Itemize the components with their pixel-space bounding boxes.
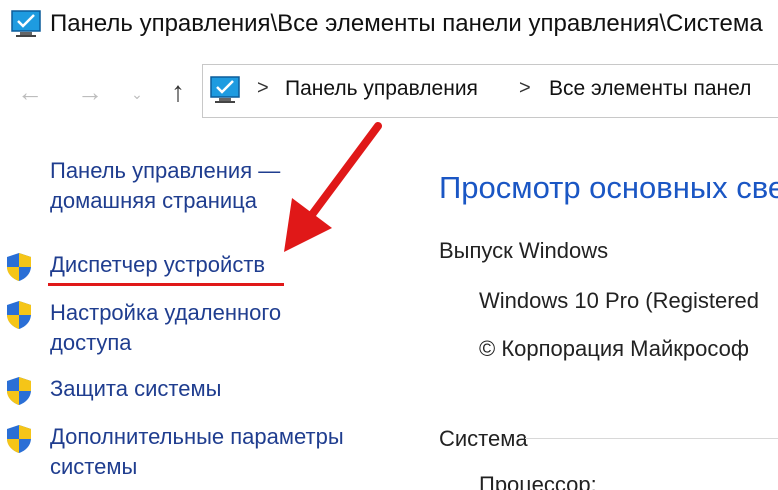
windows-edition-section-label: Выпуск Windows	[439, 238, 609, 263]
page-heading: Просмотр основных све	[439, 170, 778, 205]
sidebar-item-label: Защита системы	[50, 376, 222, 401]
sidebar-item-label: Диспетчер устройств	[50, 252, 266, 277]
breadcrumb-separator[interactable]: >	[257, 77, 269, 100]
navigation-bar: ← → ⌄ ↑ > Панель управления > Все элемен…	[0, 60, 778, 120]
breadcrumb-all-items[interactable]: Все элементы панел	[549, 77, 751, 101]
forward-arrow-icon[interactable]: →	[76, 77, 104, 107]
breadcrumb-separator[interactable]: >	[519, 77, 531, 100]
system-section-label: Система	[439, 426, 528, 451]
processor-label: Процессор:	[479, 472, 597, 490]
title-bar: Панель управления\Все элементы панели уп…	[0, 0, 778, 56]
copyright-value: © Корпорация Майкрософ	[479, 336, 749, 361]
recent-locations-chevron-icon[interactable]: ⌄	[127, 80, 147, 108]
back-arrow-icon[interactable]: ←	[16, 77, 44, 107]
red-arrow-annotation	[284, 122, 382, 252]
window-title: Панель управления\Все элементы панели уп…	[50, 10, 763, 37]
computer-icon	[11, 10, 41, 37]
main-content: Просмотр основных све Выпуск Windows Win…	[415, 140, 778, 490]
breadcrumb-control-panel[interactable]: Панель управления	[285, 77, 478, 101]
shield-icon	[7, 377, 31, 405]
address-bar[interactable]: > Панель управления > Все элементы панел	[202, 64, 778, 118]
shield-icon	[7, 253, 31, 281]
section-divider	[525, 438, 778, 439]
sidebar-item-label: Дополнительные параметры системы	[50, 424, 344, 479]
shield-icon	[7, 425, 31, 453]
computer-icon	[210, 76, 240, 103]
sidebar-item-label: Настройка удаленного доступа	[50, 300, 282, 355]
shield-icon	[7, 301, 31, 329]
up-arrow-icon[interactable]: ↑	[164, 76, 192, 107]
windows-edition-value: Windows 10 Pro (Registered	[479, 288, 760, 313]
annotation-underline	[48, 283, 284, 286]
